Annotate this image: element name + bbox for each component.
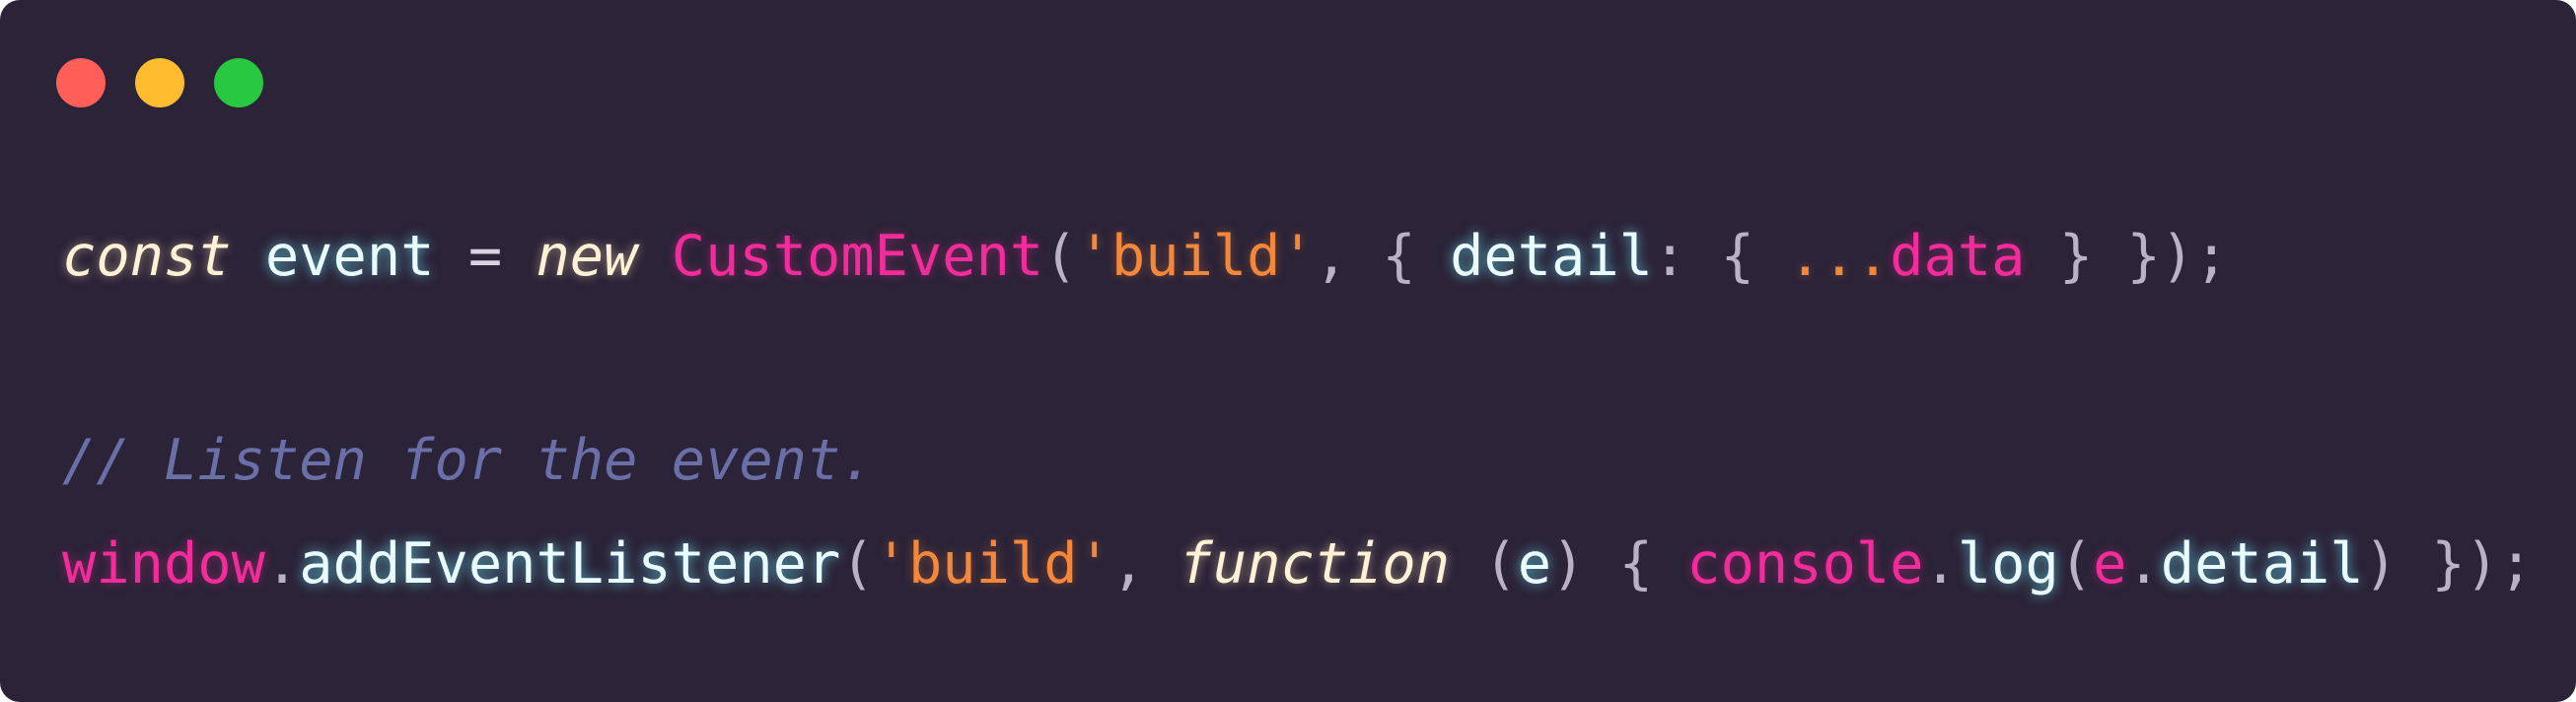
class-customevent: CustomEvent [671, 224, 1044, 289]
keyword-const: const [62, 224, 232, 289]
dot: . [1923, 531, 1958, 597]
punctuation: , { [1314, 224, 1451, 289]
spread-operator: ... [1788, 224, 1891, 289]
punctuation: ) { [1551, 531, 1687, 597]
keyword-new: new [536, 224, 638, 289]
string-build: 'build' [874, 531, 1111, 597]
operator-assign: = [434, 224, 537, 289]
punctuation: , [1110, 531, 1180, 597]
paren-open: ( [2058, 531, 2094, 597]
punctuation-close: ) }); [2363, 531, 2534, 597]
punctuation-close: } }); [2025, 224, 2229, 289]
identifier-window: window [62, 531, 265, 597]
code-block: const event = new CustomEvent('build', {… [62, 0, 2533, 597]
comment: // Listen for the event. [62, 428, 875, 493]
property-detail: detail [2160, 531, 2364, 597]
identifier-event: event [264, 224, 435, 289]
maximize-button[interactable] [214, 58, 263, 107]
identifier-data: data [1890, 224, 2026, 289]
paren-open: ( [840, 531, 875, 597]
code-line-3: window.addEventListener('build', functio… [62, 525, 2533, 603]
code-line-1: const event = new CustomEvent('build', {… [62, 217, 2228, 296]
keyword-function: function [1179, 531, 1451, 597]
punctuation: : { [1652, 224, 1789, 289]
code-line-2: // Listen for the event. [62, 421, 875, 500]
dot: . [2126, 531, 2161, 597]
code-window: const event = new CustomEvent('build', {… [0, 0, 2576, 702]
identifier-console: console [1686, 531, 1924, 597]
method-log: log [1957, 531, 2059, 597]
property-detail: detail [1450, 224, 1653, 289]
paren-open: ( [1043, 224, 1078, 289]
identifier-e: e [2093, 531, 2127, 597]
paren-open: ( [1450, 531, 1518, 597]
param-e: e [1517, 531, 1552, 597]
method-addeventlistener: addEventListener [299, 531, 841, 597]
string-build: 'build' [1077, 224, 1315, 289]
dot: . [264, 531, 300, 597]
